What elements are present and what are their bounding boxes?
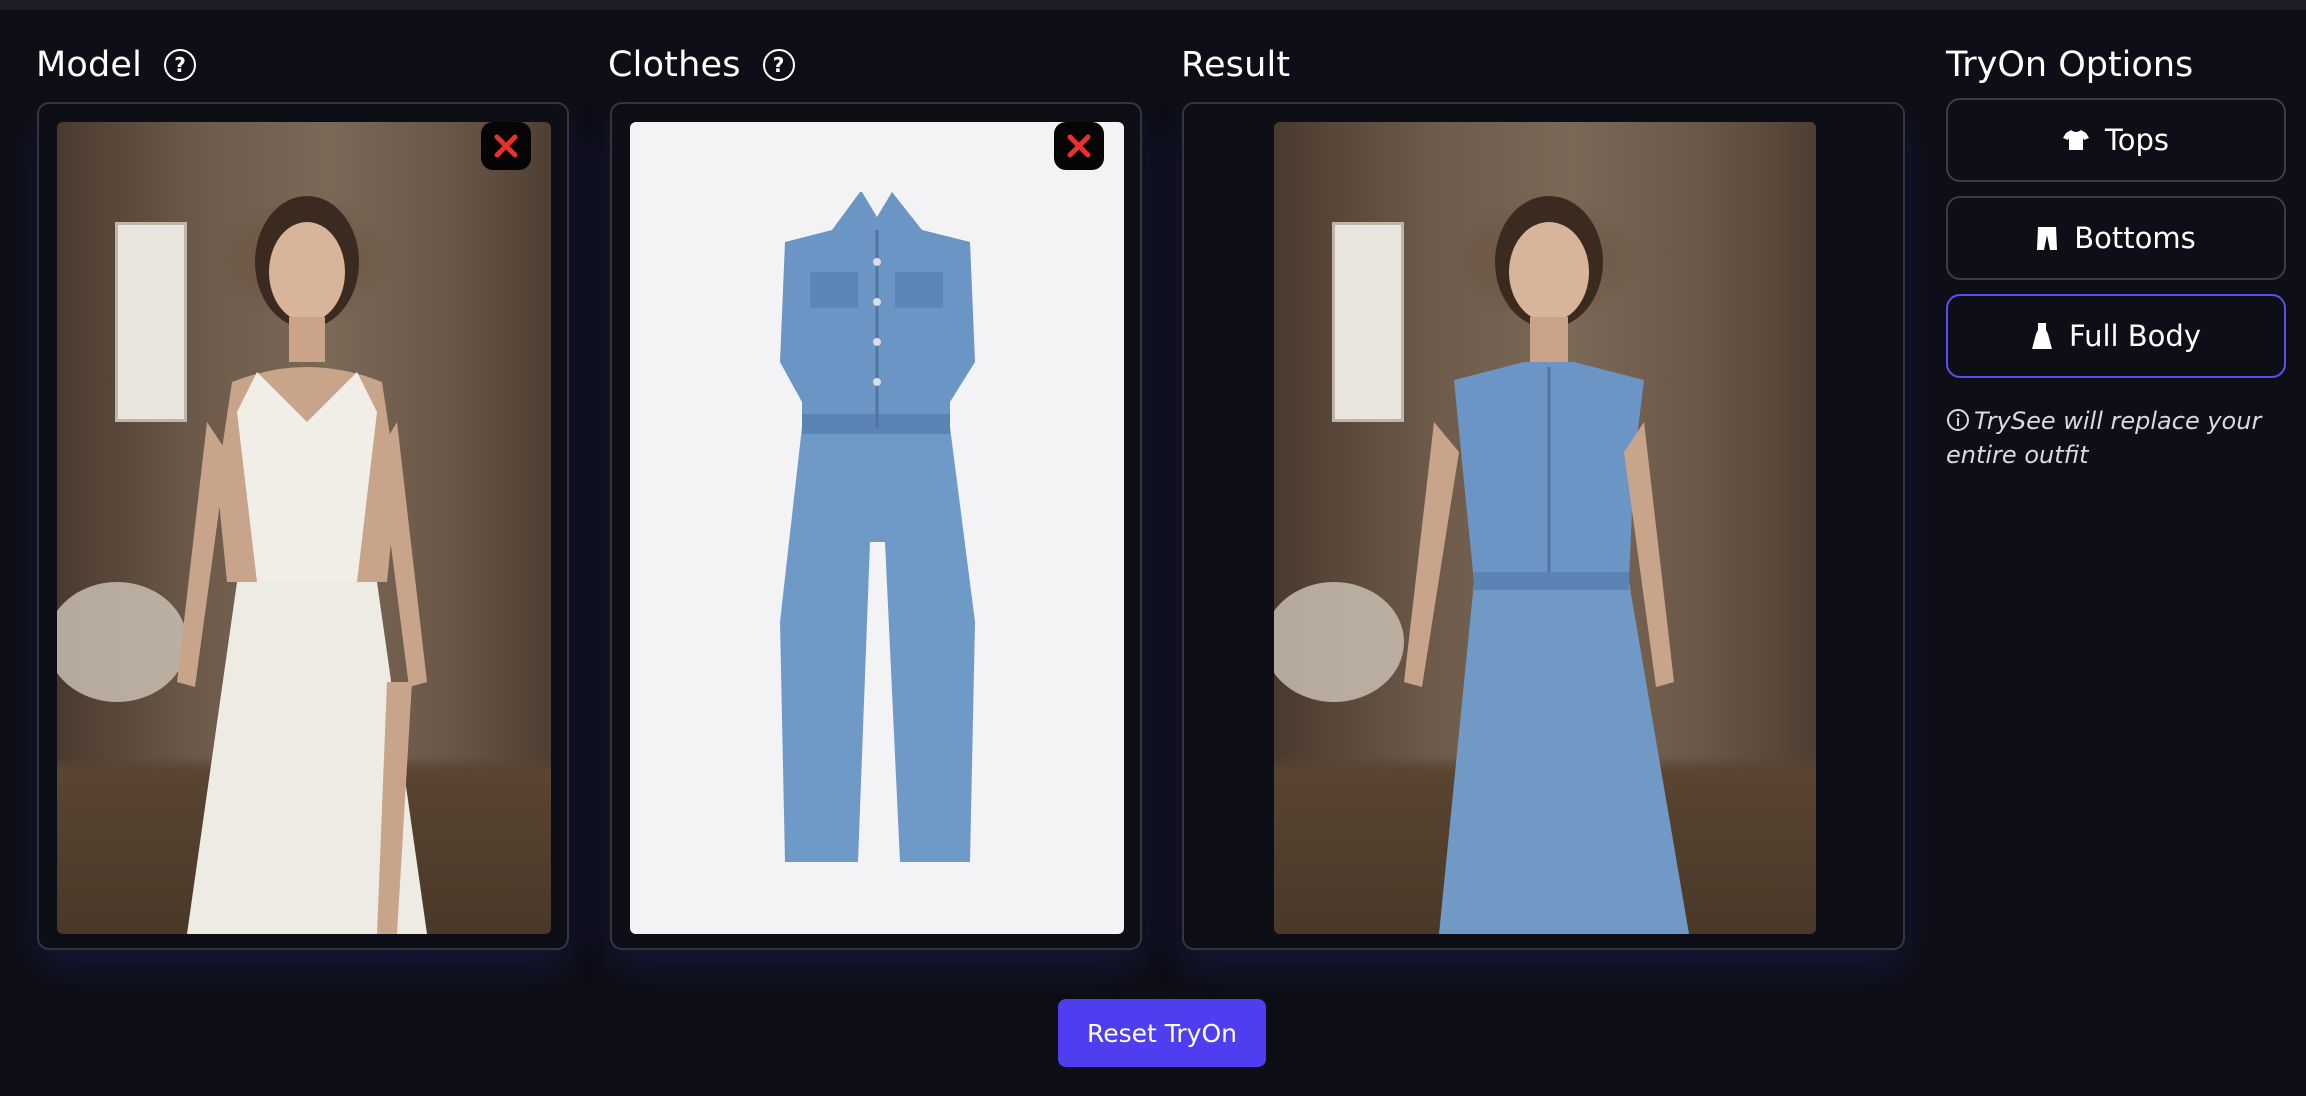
clothes-photo — [630, 122, 1124, 934]
option-bottoms-button[interactable]: Bottoms — [1946, 196, 2286, 280]
clothes-title: Clothes — [608, 45, 741, 85]
clothes-panel[interactable] — [610, 102, 1142, 950]
option-full-body-button[interactable]: Full Body — [1946, 294, 2286, 378]
model-header: Model ? — [36, 42, 197, 88]
clothes-header: Clothes ? — [608, 42, 795, 88]
result-panel — [1182, 102, 1905, 950]
question-circle-icon[interactable]: ? — [164, 49, 197, 81]
option-note-text: TrySee will replace your entire outfit — [1946, 407, 2262, 469]
result-photo — [1274, 122, 1816, 934]
model-figure — [57, 196, 427, 934]
remove-clothes-button[interactable] — [1054, 122, 1104, 170]
model-photo — [57, 122, 551, 934]
jumpsuit-image — [780, 192, 975, 862]
model-title: Model — [36, 45, 143, 85]
question-circle-icon[interactable]: ? — [762, 49, 795, 81]
option-label: Tops — [2104, 123, 2170, 157]
option-tops-button[interactable]: Tops — [1946, 98, 2286, 182]
result-header: Result — [1181, 42, 1290, 88]
tshirt-icon — [2062, 130, 2089, 150]
close-x-icon — [1067, 134, 1091, 158]
result-figure — [1274, 196, 1689, 934]
result-title: Result — [1181, 45, 1291, 85]
pants-icon — [2037, 227, 2058, 250]
model-panel[interactable] — [37, 102, 569, 950]
reset-tryon-button[interactable]: Reset TryOn — [1058, 999, 1266, 1067]
close-x-icon — [494, 134, 518, 158]
option-label: Full Body — [2068, 319, 2201, 353]
top-bar — [0, 0, 2306, 10]
tryon-options-title: TryOn Options — [1946, 45, 2194, 85]
info-circle-icon — [1947, 409, 1969, 431]
option-info-note: TrySee will replace your entire outfit — [1946, 404, 2286, 472]
remove-model-button[interactable] — [481, 122, 531, 170]
dress-icon — [2031, 323, 2052, 349]
option-label: Bottoms — [2074, 221, 2196, 255]
